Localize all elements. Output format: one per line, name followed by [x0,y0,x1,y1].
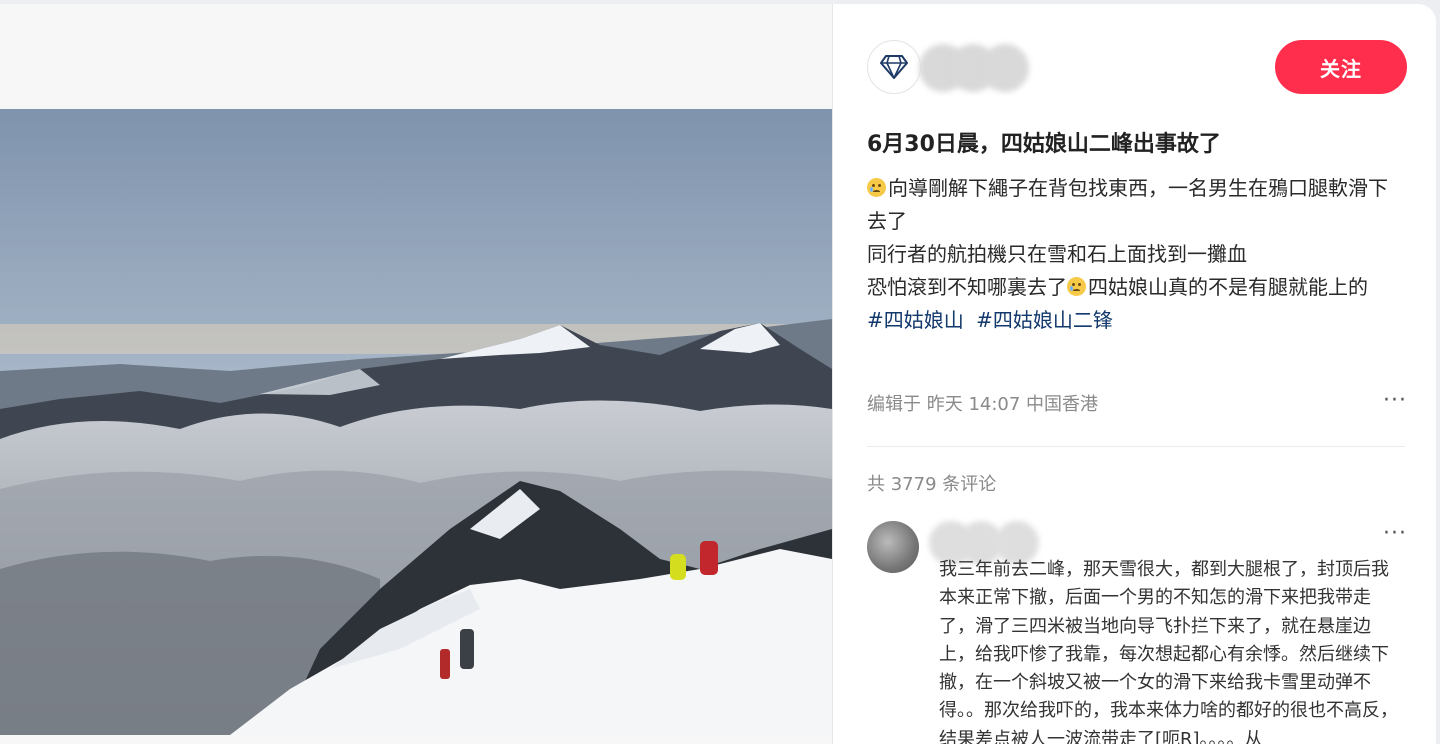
post-body-line: 同行者的航拍機只在雪和石上面找到一攤血 [867,242,1247,266]
post-body-line: 恐怕滾到不知哪裏去了 四姑娘山真的不是有腿就能上的 [867,275,1368,299]
media-pane [0,4,832,744]
post-title: 6月30日晨，四姑娘山二峰出事故了 [867,132,1221,157]
tag-link[interactable]: #四姑娘山 [867,308,964,332]
comment-more-icon[interactable]: ··· [1383,521,1407,546]
tag-link[interactable]: #四姑娘山二锋 [976,308,1113,332]
diamond-icon [880,55,908,79]
author-avatar[interactable] [867,40,921,94]
comment-text: 我三年前去二峰，那天雪很大，都到大腿根了，封顶后我本来正常下撤，后面一个男的不知… [939,559,1398,744]
post-meta: 编辑于 昨天 14:07 中国香港 ··· [867,388,1407,418]
follow-button[interactable]: 关注 [1275,40,1407,94]
edit-time: 编辑于 昨天 14:07 中国香港 [867,394,1099,415]
post-more-icon[interactable]: ··· [1383,388,1407,413]
post-photo[interactable] [0,109,832,735]
divider [867,446,1405,447]
post-detail-panel: 关注 6月30日晨，四姑娘山二峰出事故了 向導剛解下繩子在背包找東西，一名男生在… [832,4,1436,744]
mountain-photo [0,109,832,735]
post-body-line: 向導剛解下繩子在背包找東西，一名男生在鴉口腿軟滑下去了 [867,176,1388,233]
post-tags: #四姑娘山 #四姑娘山二锋 [867,304,1407,337]
sad-face-icon [867,178,886,197]
post-body: 向導剛解下繩子在背包找東西，一名男生在鴉口腿軟滑下去了 同行者的航拍機只在雪和石… [867,172,1407,337]
comment-count: 共 3779 条评论 [867,474,997,495]
author-name-blurred [919,44,1031,92]
sad-face-icon [1067,277,1086,296]
commenter-avatar[interactable] [867,521,919,573]
author-row: 关注 [867,40,1407,96]
